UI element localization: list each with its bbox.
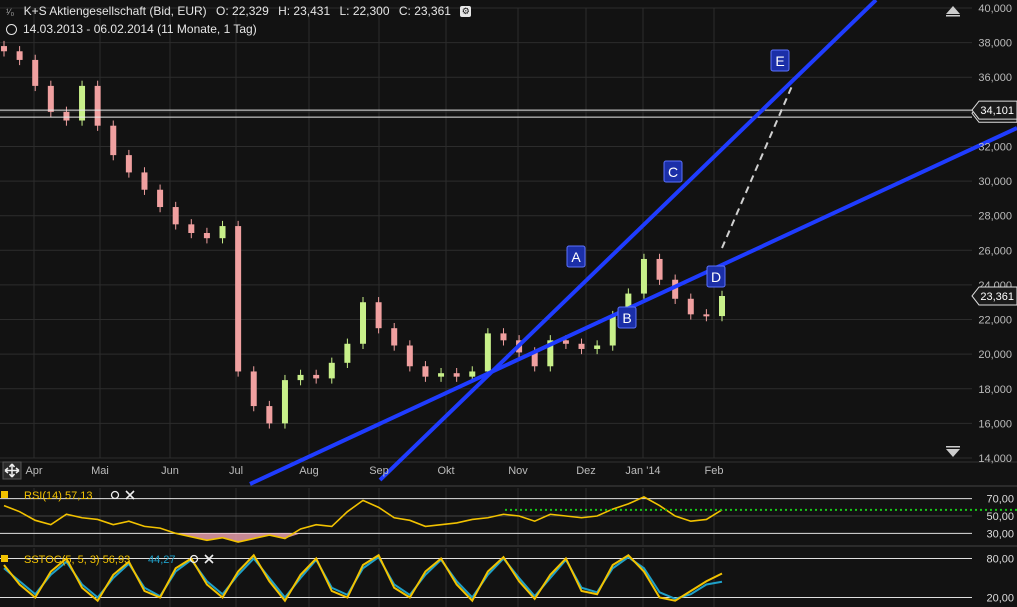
candle-body (313, 374, 320, 379)
candle-body (422, 366, 429, 377)
price-tick-label: 18,000 (978, 384, 1012, 396)
month-label: Okt (437, 465, 454, 477)
rsi-tick-label: 30,00 (986, 528, 1014, 540)
price-tick-label: 32,000 (978, 141, 1012, 153)
scroll-down-bar (946, 446, 960, 448)
stock-chart[interactable]: 70,00 50,00 30,00 RSI(14) 57,13 80,00 20,00 S… (0, 0, 1017, 607)
candle-body (235, 226, 242, 372)
clock-icon (6, 24, 17, 36)
price-tick-label: 22,000 (978, 315, 1012, 327)
stoch-tick-label: 20,00 (986, 593, 1014, 605)
candle-body (110, 125, 117, 156)
price-tick-label: 20,000 (978, 349, 1012, 361)
chart-header: ¹⁄₀ K+S Aktiengesellschaft (Bid, EUR) O:… (6, 4, 477, 18)
candle-body (344, 343, 351, 363)
month-label: Jul (229, 465, 243, 477)
candle-body (438, 373, 445, 377)
logo-text: ¹⁄₀ (6, 7, 15, 17)
stoch-tick-label: 80,00 (986, 554, 1014, 566)
candle-body (141, 172, 148, 190)
rsi-tick-label: 70,00 (986, 494, 1014, 506)
month-label: Apr (25, 465, 42, 477)
candle-body (391, 328, 398, 346)
stoch-marker-icon (1, 555, 8, 562)
candle-body (360, 302, 366, 344)
candle-body (578, 343, 585, 349)
candle-body (188, 224, 195, 233)
gear-icon[interactable]: ⚙ (460, 6, 472, 18)
annotation-label: C (668, 164, 678, 180)
price-tick-label: 28,000 (978, 211, 1012, 223)
price-tick-label: 30,000 (978, 176, 1012, 188)
candle-body (469, 371, 476, 377)
candle-body (63, 111, 70, 121)
candle-body (703, 314, 710, 317)
month-label: Nov (508, 465, 528, 477)
candle-body (406, 345, 413, 367)
low-value: L: 22,300 (339, 4, 390, 18)
month-label: Mai (91, 465, 109, 477)
candle-body (719, 296, 725, 317)
stoch-title: SSTOC(5, 5, 3) 56,93 (24, 554, 130, 566)
level-tag-text: 34,101 (980, 105, 1014, 117)
last-price-tag-text: 23,361 (980, 291, 1014, 303)
candle-body (79, 85, 86, 121)
candle-body (656, 258, 663, 280)
candle-body (1, 46, 7, 52)
price-tick-label: 26,000 (978, 245, 1012, 257)
date-range-text: 14.03.2013 - 06.02.2014 (11 Monate, 1 Ta… (23, 22, 257, 36)
month-label: Jun (161, 465, 179, 477)
price-tick-label: 36,000 (978, 72, 1012, 84)
month-label: Jan '14 (625, 465, 660, 477)
candle-body (281, 380, 288, 424)
candle-body (250, 371, 257, 407)
chart-title: K+S Aktiengesellschaft (Bid, EUR) (23, 4, 207, 18)
candle-body (484, 333, 491, 372)
candle-body (500, 333, 507, 341)
date-range: 14.03.2013 - 06.02.2014 (11 Monate, 1 Ta… (6, 22, 263, 36)
scroll-up-bar (946, 15, 960, 17)
candle-body (640, 258, 647, 294)
candle-body (125, 155, 132, 173)
month-label: Feb (705, 465, 724, 477)
candle-body (32, 59, 39, 86)
candle-body (594, 345, 601, 349)
candle-body (375, 302, 382, 329)
price-tick-label: 14,000 (978, 453, 1012, 465)
candle-body (172, 207, 179, 225)
candle-body (266, 406, 273, 424)
candle-body (687, 298, 694, 315)
annotation-label: D (711, 269, 721, 285)
rsi-title: RSI(14) 57,13 (24, 490, 92, 502)
candle-body (16, 51, 23, 60)
candle-body (609, 316, 616, 346)
price-tick-label: 16,000 (978, 418, 1012, 430)
candle-body (562, 340, 569, 344)
candle-body (203, 233, 210, 239)
candle-body (219, 226, 226, 239)
rsi-tick-label: 50,00 (986, 511, 1014, 523)
close-value: C: 23,361 (398, 4, 451, 18)
price-tick-label: 40,000 (978, 3, 1012, 15)
annotation-label: B (622, 310, 631, 326)
annotation-label: A (571, 249, 581, 265)
annotation-label: E (775, 53, 784, 69)
stoch-value-d: 44,27 (148, 554, 176, 566)
high-value: H: 23,431 (278, 4, 331, 18)
candle-body (297, 374, 304, 381)
candle-body (453, 373, 460, 377)
rsi-marker-icon (1, 491, 8, 498)
month-label: Aug (299, 465, 319, 477)
open-value: O: 22,329 (216, 4, 269, 18)
price-tick-label: 38,000 (978, 38, 1012, 50)
candle-body (47, 85, 54, 112)
candle-body (328, 362, 335, 379)
candle-body (94, 85, 101, 126)
candle-body (157, 189, 164, 208)
month-label: Dez (576, 465, 596, 477)
month-label: Sep (369, 465, 389, 477)
